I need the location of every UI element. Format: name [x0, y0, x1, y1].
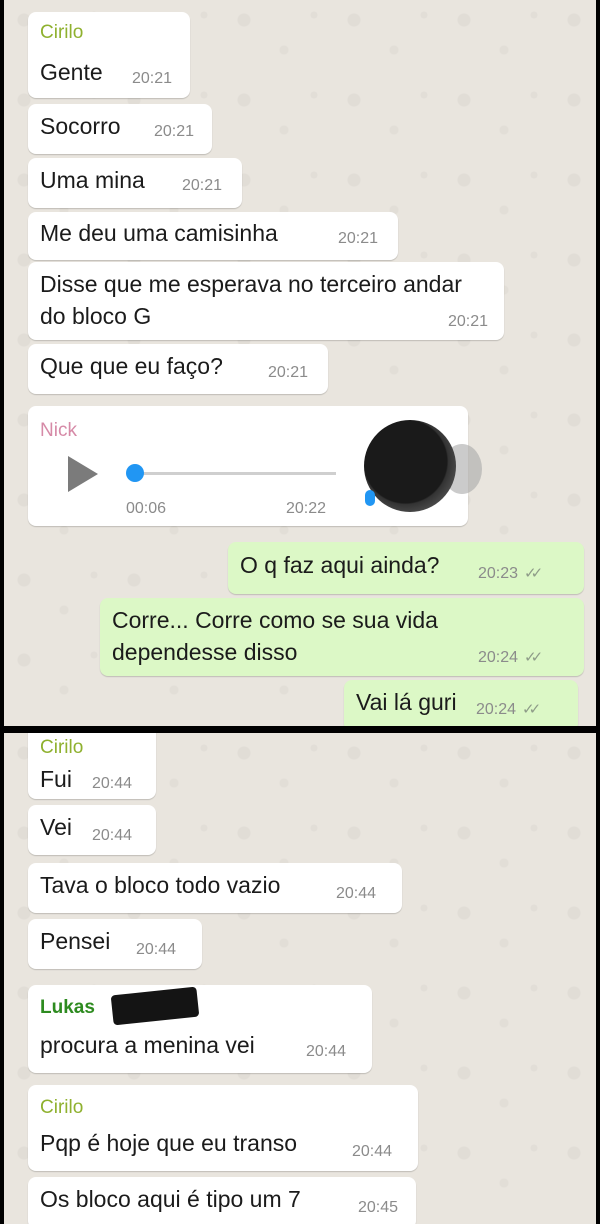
- message-time: 20:23 ✓✓: [478, 564, 543, 583]
- double-check-icon: ✓✓: [524, 649, 543, 666]
- message-text: Que que eu faço?: [40, 353, 223, 379]
- chat-screenshot-top: Cirilo Gente 20:21 Socorro 20:21 Uma min…: [4, 0, 596, 726]
- message-time: 20:21: [132, 70, 173, 87]
- message-text: Fui: [40, 766, 72, 792]
- message-bubble[interactable]: Vei 20:44: [28, 805, 156, 855]
- message-time: 20:21: [338, 230, 379, 247]
- message-text: Pqp é hoje que eu transo: [40, 1130, 298, 1156]
- message-bubble[interactable]: Pensei 20:44: [28, 919, 202, 969]
- message-time: 20:21: [268, 364, 309, 381]
- message-time: 20:44: [92, 827, 133, 844]
- message-text: Tava o bloco todo vazio: [40, 872, 281, 898]
- sender-name: Nick: [40, 420, 77, 441]
- play-icon[interactable]: [68, 456, 98, 492]
- audio-progress-knob[interactable]: [126, 464, 144, 482]
- message-bubble-outgoing[interactable]: Corre... Corre como se sua vida dependes…: [100, 598, 584, 676]
- sender-name: Lukas: [40, 997, 95, 1018]
- redacted-name: [110, 986, 200, 1026]
- message-text: Pensei: [40, 928, 111, 954]
- message-bubble[interactable]: Socorro 20:21: [28, 104, 212, 154]
- message-time: 20:21: [448, 313, 489, 330]
- message-text: Gente: [40, 59, 103, 85]
- message-text: Os bloco aqui é tipo um 7: [40, 1186, 301, 1212]
- message-text: Disse que me esperava no terceiro andar …: [40, 271, 462, 329]
- message-bubble[interactable]: Me deu uma camisinha 20:21: [28, 212, 398, 260]
- voice-message-bubble[interactable]: Nick 00:06 20:22: [28, 406, 482, 526]
- message-bubble[interactable]: Disse que me esperava no terceiro andar …: [28, 262, 504, 340]
- message-text: Corre... Corre como se sua vida dependes…: [112, 607, 438, 665]
- avatar: [364, 420, 456, 512]
- chat-screenshot-bottom: Cirilo Fui 20:44 Vei 20:44 Tava o bloco …: [4, 733, 596, 1224]
- message-time: 20:44: [306, 1043, 347, 1060]
- message-time: 20:24 ✓✓: [476, 700, 541, 719]
- mic-icon: [365, 490, 375, 506]
- audio-progress-track[interactable]: [132, 472, 336, 475]
- time-value: 20:24: [476, 701, 517, 718]
- message-bubble[interactable]: Que que eu faço? 20:21: [28, 344, 328, 394]
- message-bubble[interactable]: Tava o bloco todo vazio 20:44: [28, 863, 402, 913]
- message-bubble[interactable]: Uma mina 20:21: [28, 158, 242, 208]
- message-time: 20:44: [336, 885, 377, 902]
- sender-name: Cirilo: [40, 737, 84, 758]
- double-check-icon: ✓✓: [524, 565, 543, 582]
- time-value: 20:23: [478, 565, 519, 582]
- double-check-icon: ✓✓: [522, 701, 541, 718]
- message-bubble[interactable]: Cirilo Fui 20:44: [28, 733, 156, 799]
- message-time: 20:21: [154, 123, 195, 140]
- message-time: 20:44: [136, 941, 177, 958]
- message-bubble[interactable]: Os bloco aqui é tipo um 7 20:45: [28, 1177, 416, 1224]
- message-text: Me deu uma camisinha: [40, 220, 278, 246]
- message-time: 20:44: [92, 775, 133, 792]
- sender-name: Cirilo: [40, 22, 84, 43]
- message-bubble[interactable]: Cirilo Gente 20:21: [28, 12, 190, 98]
- time-value: 20:24: [478, 649, 519, 666]
- message-text: Vei: [40, 814, 72, 840]
- message-time: 20:45: [358, 1199, 399, 1216]
- message-bubble[interactable]: Lukas procura a menina vei 20:44: [28, 985, 372, 1073]
- message-time: 20:22: [286, 500, 327, 517]
- message-text: Uma mina: [40, 167, 145, 193]
- message-text: Socorro: [40, 113, 121, 139]
- message-bubble[interactable]: Cirilo Pqp é hoje que eu transo 20:44: [28, 1085, 418, 1171]
- message-time: 20:21: [182, 177, 223, 194]
- voice-duration: 00:06: [126, 500, 167, 517]
- message-time: 20:44: [352, 1143, 393, 1160]
- message-text: procura a menina vei: [40, 1032, 255, 1058]
- message-text: O q faz aqui ainda?: [240, 552, 440, 578]
- message-text: Vai lá guri: [356, 689, 457, 715]
- message-bubble-outgoing[interactable]: Vai lá guri 20:24 ✓✓: [344, 680, 578, 726]
- message-bubble-outgoing[interactable]: O q faz aqui ainda? 20:23 ✓✓: [228, 542, 584, 594]
- sender-name: Cirilo: [40, 1097, 84, 1118]
- message-time: 20:24 ✓✓: [478, 648, 543, 667]
